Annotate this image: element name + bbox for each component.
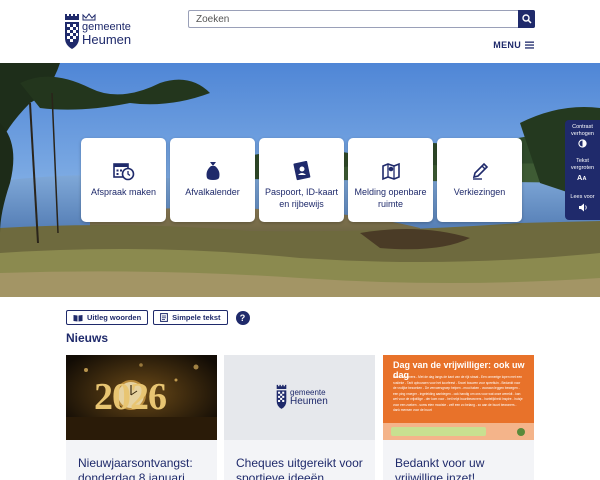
- news-card-title: Bedankt voor uw vrijwillige inzet!: [395, 456, 485, 480]
- crown-icon: [82, 13, 96, 21]
- logo-line-2: Heumen: [82, 32, 132, 47]
- menu-label: MENU: [493, 40, 521, 50]
- year-text: 2026: [94, 376, 167, 418]
- explain-words-label: Uitleg woorden: [87, 313, 142, 322]
- site-header: gemeente Heumen MENU: [0, 0, 600, 63]
- contrast-toggle[interactable]: Contrast verhogen: [565, 124, 600, 148]
- pencil-icon: [472, 162, 488, 180]
- coat-of-arms-icon: [65, 14, 79, 49]
- simple-text-button[interactable]: Simpele tekst: [153, 310, 228, 325]
- read-aloud-label: Lees voor: [570, 194, 595, 200]
- text-size-icon: A A: [577, 173, 587, 181]
- card-logo-text: gemeente Heumen: [290, 389, 328, 407]
- calendar-clock-icon: [112, 163, 134, 181]
- id-card-icon: [292, 161, 310, 181]
- trash-bag-icon: [206, 162, 219, 180]
- news-card-cheques[interactable]: gemeente Heumen Cheques uitgereikt voor …: [224, 355, 375, 480]
- tile-label: Paspoort, ID-kaart en rijbewijs: [264, 187, 339, 209]
- card-logo-line-2: Heumen: [290, 396, 328, 407]
- tile-elections[interactable]: Verkiezingen: [437, 138, 522, 222]
- quick-links: Afspraak maken Afvalkalender Paspoort, I…: [81, 138, 522, 222]
- news-image-logo: gemeente Heumen: [224, 355, 375, 440]
- logo-text: gemeente Heumen: [82, 22, 132, 47]
- poster-body: Lieve bewoners - Met de dag langs de kan…: [393, 375, 523, 412]
- tile-waste-calendar[interactable]: Afvalkalender: [170, 138, 255, 222]
- search-icon: [521, 14, 532, 24]
- news-heading: Nieuws: [66, 331, 109, 345]
- hamburger-icon: [525, 41, 534, 49]
- help-button[interactable]: ?: [235, 310, 250, 325]
- tile-appointment[interactable]: Afspraak maken: [81, 138, 166, 222]
- speaker-icon: [578, 203, 587, 211]
- coat-of-arms-icon: [276, 384, 287, 409]
- explain-words-button[interactable]: Uitleg woorden: [66, 310, 149, 325]
- document-icon: [160, 313, 169, 322]
- text-size-label: Tekst vergroten: [570, 158, 595, 171]
- news-card-title: Nieuwjaarsontvangst: donderdag 8 januari: [78, 456, 193, 480]
- read-aloud-toggle[interactable]: Lees voor: [565, 194, 600, 212]
- tile-label: Melding openbare ruimte: [354, 187, 427, 209]
- news-image-2026: 2026: [66, 355, 217, 440]
- tile-public-space-report[interactable]: Melding openbare ruimte: [348, 138, 433, 222]
- contrast-label: Contrast verhogen: [571, 124, 594, 137]
- book-icon: [73, 314, 83, 321]
- news-image-volunteer-poster: Dag van de vrijwilliger: ook uw dag Liev…: [383, 355, 534, 440]
- text-size-toggle[interactable]: Tekst vergroten A A: [565, 158, 600, 181]
- hero-banner: Afspraak maken Afvalkalender Paspoort, I…: [0, 63, 600, 297]
- svg-text:A: A: [583, 176, 587, 181]
- search-button[interactable]: [518, 10, 535, 28]
- tile-passport-id[interactable]: Paspoort, ID-kaart en rijbewijs: [259, 138, 344, 222]
- tile-label: Afvalkalender: [185, 187, 240, 197]
- reading-tools: Uitleg woorden Simpele tekst ?: [66, 310, 250, 325]
- accessibility-panel: Contrast verhogen Tekst vergroten A A Le…: [565, 120, 600, 220]
- search-bar: [188, 10, 535, 28]
- poster-footer-strip: [383, 423, 534, 440]
- map-icon: [381, 162, 400, 181]
- search-input[interactable]: [189, 11, 519, 27]
- contrast-icon: [578, 139, 587, 148]
- tile-label: Verkiezingen: [453, 187, 506, 197]
- municipality-logo[interactable]: gemeente Heumen: [64, 12, 144, 56]
- menu-button[interactable]: MENU: [493, 40, 534, 50]
- tile-label: Afspraak maken: [90, 187, 157, 197]
- news-card-volunteers[interactable]: Dag van de vrijwilliger: ook uw dag Liev…: [383, 355, 534, 480]
- news-card-title: Cheques uitgereikt voor sportieve ideeën: [236, 456, 363, 480]
- simple-text-label: Simpele tekst: [172, 313, 221, 322]
- news-card-new-year[interactable]: 2026 Nieuwjaarsontvangst: donderdag 8 ja…: [66, 355, 217, 480]
